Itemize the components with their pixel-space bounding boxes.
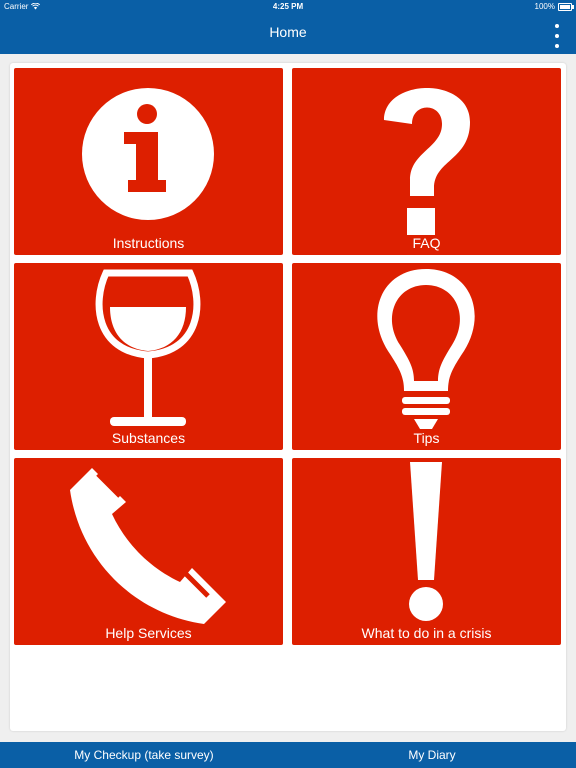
faq-tile[interactable]: FAQ bbox=[292, 68, 561, 255]
bottom-tab-bar: My Checkup (take survey) My Diary bbox=[0, 742, 576, 768]
tab-my-checkup[interactable]: My Checkup (take survey) bbox=[0, 742, 288, 768]
crisis-tile[interactable]: What to do in a crisis bbox=[292, 458, 561, 645]
battery-icon bbox=[558, 2, 574, 11]
help-services-tile[interactable]: Help Services bbox=[14, 458, 283, 645]
battery-percent: 100% bbox=[534, 2, 555, 11]
tile-label: Tips bbox=[413, 430, 440, 446]
tab-my-diary[interactable]: My Diary bbox=[288, 742, 576, 768]
home-grid-card: Instructions FAQ Substances Tips Help Se… bbox=[10, 63, 566, 731]
substances-tile[interactable]: Substances bbox=[14, 263, 283, 450]
status-battery: 100% bbox=[534, 2, 574, 11]
exclamation-icon bbox=[409, 462, 443, 621]
wine-glass-icon bbox=[95, 269, 201, 426]
light-bulb-icon bbox=[377, 269, 475, 429]
tile-label: What to do in a crisis bbox=[361, 625, 492, 641]
info-icon bbox=[82, 88, 214, 220]
tips-tile[interactable]: Tips bbox=[292, 263, 561, 450]
navigation-bar: Carrier 4:25 PM 100% Home bbox=[0, 0, 576, 54]
vertical-ellipsis-icon[interactable] bbox=[552, 24, 562, 48]
tile-label: FAQ bbox=[412, 235, 441, 251]
status-time: 4:25 PM bbox=[272, 2, 304, 11]
tile-label: Substances bbox=[111, 430, 186, 446]
instructions-tile[interactable]: Instructions bbox=[14, 68, 283, 255]
tile-label: Instructions bbox=[112, 235, 185, 251]
tile-label: Help Services bbox=[105, 625, 192, 641]
phone-icon bbox=[70, 468, 226, 624]
question-mark-icon bbox=[384, 88, 470, 235]
page-title: Home bbox=[269, 24, 307, 40]
